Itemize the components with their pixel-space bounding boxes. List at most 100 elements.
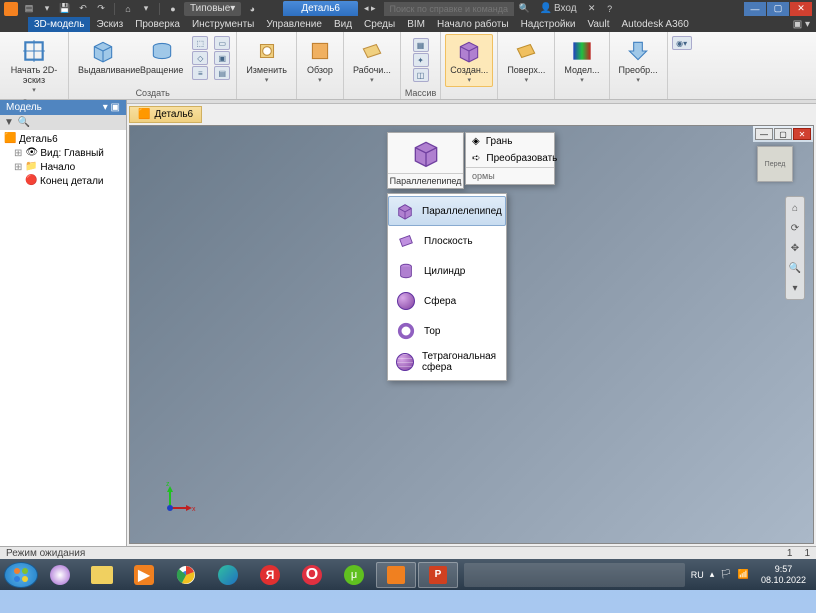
submenu-plane[interactable]: Плоскость <box>388 226 506 256</box>
simulate-button[interactable]: Модел...▾ <box>559 34 604 87</box>
menu-bim[interactable]: BIM <box>401 17 431 32</box>
extrude-button[interactable]: Выдавливание <box>73 34 133 87</box>
submenu-torus[interactable]: Тор <box>388 316 506 346</box>
rib-small-button[interactable]: ▭ <box>214 36 230 50</box>
submenu-cylinder[interactable]: Цилиндр <box>388 256 506 286</box>
menu-check[interactable]: Проверка <box>129 17 186 32</box>
menu-start[interactable]: Начало работы <box>431 17 515 32</box>
document-window-tab[interactable]: 🟧 Деталь6 <box>129 106 202 123</box>
tree-view[interactable]: ⊞👁Вид: Главный <box>2 146 124 160</box>
close-signin-icon[interactable]: ✕ <box>585 2 599 16</box>
menu-3d-model[interactable]: 3D-модель <box>28 17 90 32</box>
filter-icon[interactable]: ▼ <box>4 117 14 128</box>
doc-close-button[interactable]: ✕ <box>793 128 811 140</box>
nav-orbit-icon[interactable]: ⟳ <box>788 221 802 235</box>
primitive-box-big-button[interactable] <box>388 133 463 173</box>
qat-color-icon[interactable]: ◕ <box>245 2 259 16</box>
qat-material-icon[interactable]: ● <box>166 2 180 16</box>
loft-small-button[interactable]: ◇ <box>192 51 208 65</box>
menu-vault[interactable]: Vault <box>581 17 615 32</box>
menu-a360[interactable]: Autodesk A360 <box>616 17 695 32</box>
taskbar-media[interactable]: ▶ <box>124 562 164 588</box>
derive-small-button[interactable]: ▤ <box>214 66 230 80</box>
document-tab[interactable]: Деталь6 <box>283 1 358 16</box>
sketch-2d-button[interactable]: Начать 2D-эскиз▾ <box>4 34 64 97</box>
menu-sketch[interactable]: Эскиз <box>90 17 129 32</box>
tray-network-icon[interactable]: 📶 <box>738 569 749 580</box>
explore-button[interactable]: Обзор▾ <box>301 34 339 87</box>
tray-arrow-icon[interactable]: ▴ <box>710 569 715 580</box>
taskbar-yandex[interactable]: Я <box>250 562 290 588</box>
nav-home-icon[interactable]: ⌂ <box>788 201 802 215</box>
signin-button[interactable]: 👤 Вход <box>536 3 581 14</box>
help-search-input[interactable] <box>384 2 514 16</box>
menu-env[interactable]: Среды <box>358 17 401 32</box>
clock[interactable]: 9:5708.10.2022 <box>755 564 812 586</box>
doc-minimize-button[interactable]: — <box>755 128 773 140</box>
taskbar-utorrent[interactable]: μ <box>334 562 374 588</box>
menu-addons[interactable]: Надстройки <box>515 17 582 32</box>
side-convert-item[interactable]: ➪Преобразовать <box>466 150 554 167</box>
menu-manage[interactable]: Управление <box>260 17 328 32</box>
tree-origin[interactable]: ⊞📁Начало <box>2 160 124 174</box>
tray-flag-icon[interactable]: 🏳 <box>720 569 731 580</box>
doc-maximize-button[interactable]: ▢ <box>774 128 792 140</box>
pattern-circ-button[interactable]: ✦ <box>413 53 429 67</box>
submenu-quadball[interactable]: Тетрагональная сфера <box>388 346 506 378</box>
qat-undo-icon[interactable]: ↶ <box>76 2 90 16</box>
side-face-item[interactable]: ◈Грань <box>466 133 554 150</box>
menu-tools[interactable]: Инструменты <box>186 17 260 32</box>
pattern-rect-button[interactable]: ▦ <box>413 38 429 52</box>
modify-button[interactable]: Изменить▾ <box>241 34 292 87</box>
qat-redo-icon[interactable]: ↷ <box>94 2 108 16</box>
maximize-button[interactable]: ▢ <box>767 2 789 16</box>
help-icon[interactable]: ? <box>603 2 617 16</box>
box-icon <box>396 201 414 221</box>
find-icon[interactable]: 🔍 <box>18 117 30 128</box>
tree-root[interactable]: 🟧Деталь6 <box>2 132 124 146</box>
convert-button[interactable]: Преобр...▾ <box>614 34 663 87</box>
taskbar-chrome[interactable] <box>166 562 206 588</box>
start-button[interactable] <box>4 562 38 588</box>
taskbar-opera[interactable]: O <box>292 562 332 588</box>
nav-zoom-icon[interactable]: 🔍 <box>788 261 802 275</box>
menubar: 3D-модель Эскиз Проверка Инструменты Упр… <box>0 17 816 32</box>
qat-open-icon[interactable]: ▾ <box>40 2 54 16</box>
view-icon: 👁 <box>25 147 37 159</box>
coil-small-button[interactable]: ≡ <box>192 66 208 80</box>
end-icon: 🔴 <box>25 175 37 187</box>
taskbar-explorer[interactable] <box>82 562 122 588</box>
cube-purple-icon <box>455 37 483 65</box>
ribbon-more-button[interactable]: ◉▾ <box>672 36 692 50</box>
view-cube[interactable]: Перед <box>757 146 793 182</box>
workfeatures-button[interactable]: Рабочи...▾ <box>348 34 396 87</box>
create-freeform-button[interactable]: Создан...▾ <box>445 34 493 87</box>
revolve-button[interactable]: Вращение <box>135 34 188 87</box>
app-logo[interactable] <box>4 2 18 16</box>
sweep-small-button[interactable]: ⬚ <box>192 36 208 50</box>
qat-save-icon[interactable]: 💾 <box>58 2 72 16</box>
submenu-box[interactable]: Параллелепипед <box>388 196 506 226</box>
nav-pan-icon[interactable]: ✥ <box>788 241 802 255</box>
emboss-small-button[interactable]: ▣ <box>214 51 230 65</box>
sidebar-header[interactable]: Модель▾ ▣ <box>0 100 126 115</box>
taskbar-powerpoint[interactable]: P <box>418 562 458 588</box>
nav-more-icon[interactable]: ▾ <box>788 281 802 295</box>
ribbon-collapse-icon[interactable]: ▣ ▾ <box>787 19 816 30</box>
mirror-button[interactable]: ◫ <box>413 68 429 82</box>
submenu-sphere[interactable]: Сфера <box>388 286 506 316</box>
qat-select-icon[interactable]: ▾ <box>139 2 153 16</box>
surface-button[interactable]: Поверх...▾ <box>502 34 550 87</box>
close-button[interactable]: ✕ <box>790 2 812 16</box>
qat-new-icon[interactable]: ▤ <box>22 2 36 16</box>
search-icon[interactable]: 🔍 <box>518 2 532 16</box>
taskbar-app-1[interactable] <box>40 562 80 588</box>
taskbar-edge[interactable] <box>208 562 248 588</box>
menu-view[interactable]: Вид <box>328 17 358 32</box>
minimize-button[interactable]: — <box>744 2 766 16</box>
style-combo[interactable]: Типовые ▾ <box>184 2 241 16</box>
taskbar-inventor[interactable] <box>376 562 416 588</box>
tree-end[interactable]: 🔴Конец детали <box>2 174 124 188</box>
qat-home-icon[interactable]: ⌂ <box>121 2 135 16</box>
lang-indicator[interactable]: RU <box>691 570 704 580</box>
